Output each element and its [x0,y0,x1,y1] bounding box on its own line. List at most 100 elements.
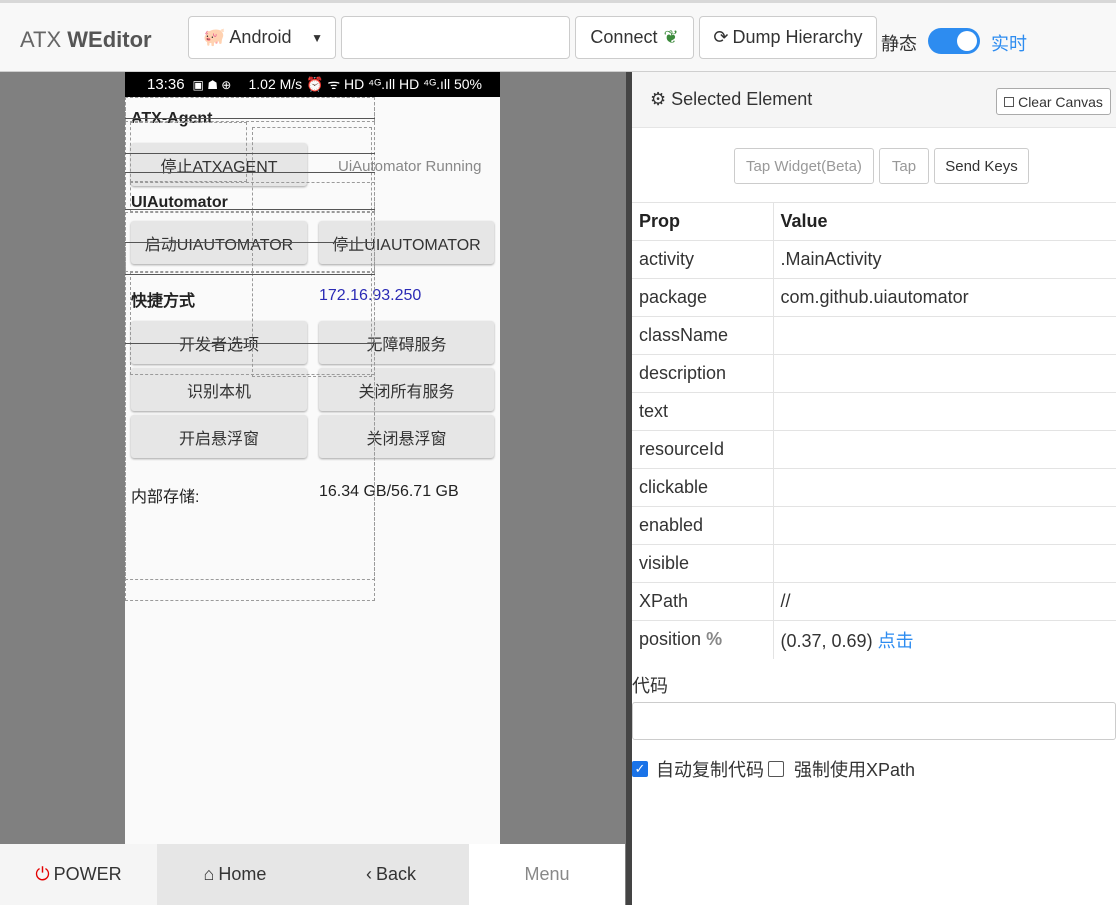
status-time: 13:36 [147,76,185,93]
prop-name: resourceId [632,430,774,469]
overlay-agent-frame [130,122,247,182]
column-header-prop: Prop [632,202,774,241]
home-label: Home [218,864,267,884]
prop-value: .MainActivity [773,240,1116,279]
back-label: Back [375,864,417,884]
prop-value [773,544,1116,583]
clear-canvas-button[interactable]: Clear Canvas [996,88,1111,115]
connect-button[interactable]: Connect ❦ [575,16,694,59]
status-notification-icons: ▣ ☗ ⊕ [192,77,232,92]
tap-widget-button[interactable]: Tap Widget(Beta) [734,148,874,184]
overlay-line [125,209,375,210]
gear-icon: ⚙ [650,89,667,109]
table-row: position % (0.37, 0.69) 点击 [632,620,1116,659]
prop-value [773,468,1116,507]
prop-name: className [632,316,774,355]
selected-element-header: ⚙ Selected Element Clear Canvas [632,72,1116,128]
live-mode-label: 实时 [991,34,1027,54]
menu-button[interactable]: Menu [469,844,625,905]
prop-value [773,392,1116,431]
top-toolbar: ATX WEditor 🐖 Android ▼ Connect ❦ ⟳ Dump… [0,0,1116,72]
overlay-line [125,172,375,173]
prop-name: clickable [632,468,774,507]
prop-name: description [632,354,774,393]
prop-name: activity [632,240,774,279]
platform-select[interactable]: 🐖 Android ▼ [188,16,336,59]
prop-value: // [773,582,1116,621]
brand-prefix: ATX [20,27,68,52]
connect-label: Connect [590,27,658,47]
send-keys-button[interactable]: Send Keys [934,148,1029,184]
table-row: visible [632,544,1116,583]
properties-table: Prop Value activity .MainActivity package… [632,202,1116,659]
platform-label: Android [229,27,292,47]
table-header-row: Prop Value [632,202,1116,241]
chevron-left-icon: ‹ [365,864,372,884]
prop-value [773,354,1116,393]
overlay-line [125,242,375,243]
code-options: ✓ 自动复制代码 强制使用XPath [632,756,915,782]
phone-status-bar: 13:36 ▣ ☗ ⊕ 1.02 M/s ⏰ ᯤ HD ⁴ᴳ.ıll HD ⁴ᴳ… [125,72,500,97]
position-label: position [639,629,702,650]
static-mode-label: 静态 [881,34,917,54]
menu-label: Menu [524,864,570,884]
power-label: POWER [53,864,122,884]
auto-copy-checkbox[interactable]: ✓ [632,761,648,777]
position-click-link[interactable]: 点击 [878,631,914,651]
refresh-icon: ⟳ [713,27,729,47]
table-row: resourceId [632,430,1116,469]
overlay-uia-frame [130,182,375,212]
table-row: XPath// [632,582,1116,621]
overlay-line [125,118,375,119]
force-xpath-checkbox[interactable] [768,761,784,777]
table-row: className [632,316,1116,355]
android-icon: 🐖 [203,27,226,47]
overlay-line [125,274,375,275]
prop-name: position % [632,620,774,659]
device-serial-input[interactable] [341,16,570,59]
table-row: clickable [632,468,1116,507]
dump-hierarchy-button[interactable]: ⟳ Dump Hierarchy [699,16,877,59]
prop-value: (0.37, 0.69) 点击 [773,620,1116,659]
selected-element-title: ⚙ Selected Element [650,89,812,110]
power-button[interactable]: ⏻ POWER [0,844,157,905]
prop-value [773,316,1116,355]
prop-name: enabled [632,506,774,545]
prop-value [773,430,1116,469]
table-row: package com.github.uiautomator [632,278,1116,317]
back-button[interactable]: ‹ Back [313,844,469,905]
column-header-value: Value [773,202,1116,241]
overlay-line [125,153,375,154]
home-button[interactable]: ⌂ Home [157,844,313,905]
percent-icon[interactable]: % [706,629,722,649]
clear-canvas-label: Clear Canvas [1018,93,1103,110]
home-icon: ⌂ [203,864,215,884]
code-field[interactable] [632,702,1116,740]
table-row: text [632,392,1116,431]
device-screen-panel: 13:36 ▣ ☗ ⊕ 1.02 M/s ⏰ ᯤ HD ⁴ᴳ.ıll HD ⁴ᴳ… [0,72,626,905]
tap-button[interactable]: Tap [879,148,929,184]
prop-name: XPath [632,582,774,621]
live-mode-toggle[interactable] [928,28,980,54]
device-screenshot[interactable]: 13:36 ▣ ☗ ⊕ 1.02 M/s ⏰ ᯤ HD ⁴ᴳ.ıll HD ⁴ᴳ… [125,72,500,844]
table-row: activity .MainActivity [632,240,1116,279]
prop-value: com.github.uiautomator [773,278,1116,317]
table-row: description [632,354,1116,393]
leaf-icon: ❦ [663,27,679,47]
auto-copy-label[interactable]: 自动复制代码 [656,756,764,782]
force-xpath-label[interactable]: 强制使用XPath [794,756,915,782]
prop-name: visible [632,544,774,583]
toggle-knob [957,31,977,51]
prop-value [773,506,1116,545]
overlay-line [125,343,375,344]
prop-name: package [632,278,774,317]
inspector-panel: ⚙ Selected Element Clear Canvas Tap Widg… [632,72,1116,905]
app-brand: ATX WEditor [20,27,152,53]
caret-down-icon: ▼ [311,30,323,45]
dump-label: Dump Hierarchy [732,27,863,47]
status-right: 1.02 M/s ⏰ ᯤ HD ⁴ᴳ.ıll HD ⁴ᴳ.ıll 50% [248,76,482,92]
selected-element-label: Selected Element [671,89,813,109]
power-icon: ⏻ [35,864,50,884]
position-value: (0.37, 0.69) [780,630,873,651]
table-row: enabled [632,506,1116,545]
